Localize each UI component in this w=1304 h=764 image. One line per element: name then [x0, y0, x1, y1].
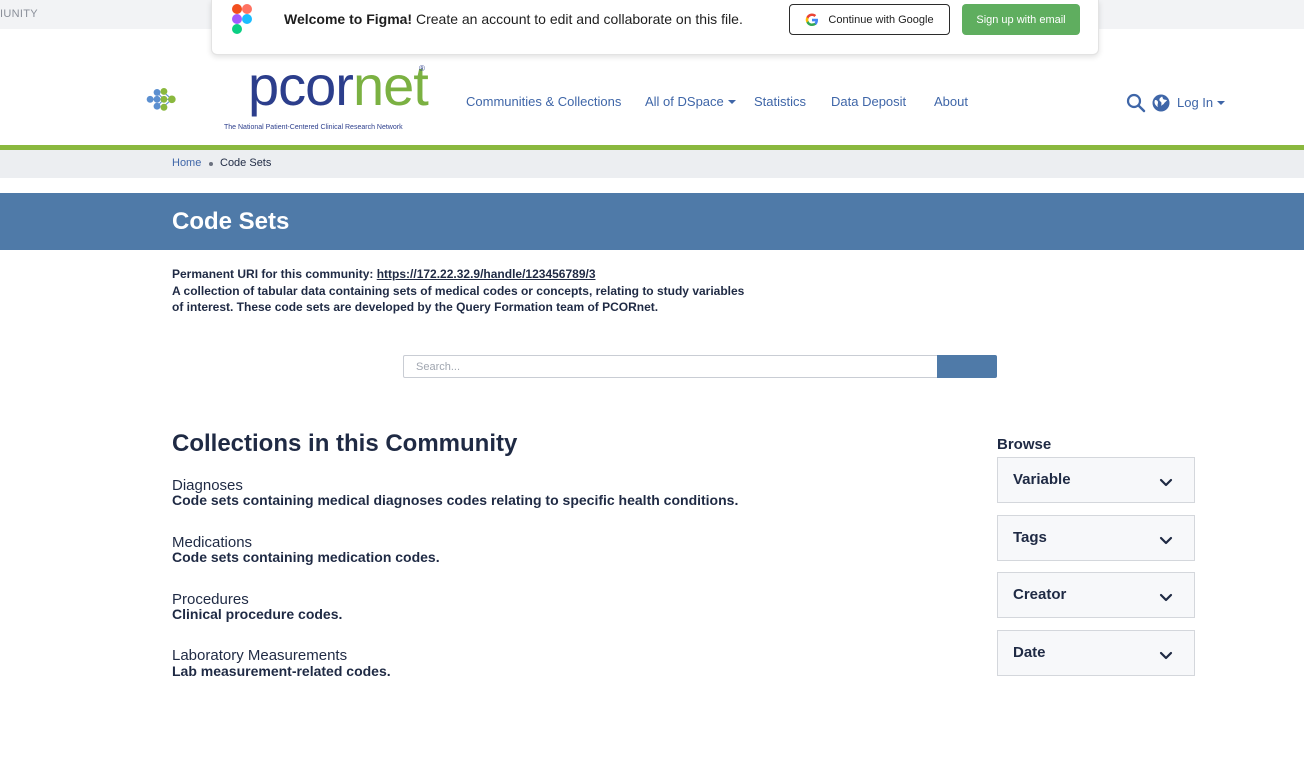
browse-item-label: Variable — [1013, 471, 1071, 488]
nav-statistics[interactable]: Statistics — [754, 94, 806, 109]
wordmark-net: net — [352, 54, 429, 117]
collection-description: Code sets containing medication codes. — [172, 549, 440, 565]
continue-with-google-label: Continue with Google — [828, 13, 934, 26]
chevron-down-icon — [1159, 651, 1173, 660]
browse-item-label: Creator — [1013, 586, 1067, 603]
figma-welcome-message: Welcome to Figma! Create an account to e… — [284, 11, 743, 27]
browse-variable-dropdown[interactable]: Variable — [997, 457, 1195, 503]
permanent-uri-label: Permanent URI for this community: — [172, 267, 374, 281]
search-submit-button[interactable] — [937, 355, 997, 378]
community-description: A collection of tabular data containing … — [172, 284, 745, 314]
chevron-down-icon — [1159, 478, 1173, 487]
registered-mark: ® — [419, 64, 425, 73]
permanent-uri-link[interactable]: https://172.22.32.9/handle/123456789/3 — [377, 267, 596, 281]
nav-data-deposit[interactable]: Data Deposit — [831, 94, 906, 109]
figma-welcome-text: Create an account to edit and collaborat… — [415, 11, 743, 27]
chevron-down-icon — [1159, 593, 1173, 602]
collection-description: Code sets containing medical diagnoses c… — [172, 492, 739, 508]
login-dropdown[interactable]: Log In — [1177, 95, 1225, 110]
continue-with-google-button[interactable]: Continue with Google — [789, 4, 950, 35]
sign-up-with-email-button[interactable]: Sign up with email — [962, 4, 1080, 35]
top-strip-text: IUNITY — [0, 8, 38, 20]
wordmark-pcor: pcor — [248, 54, 354, 117]
breadcrumb-current: Code Sets — [220, 157, 272, 169]
pcornet-wordmark[interactable]: pcornet — [248, 58, 429, 114]
figma-logo-icon — [232, 4, 252, 34]
permanent-uri: Permanent URI for this community: https:… — [172, 267, 596, 281]
breadcrumb-home-link[interactable]: Home — [172, 157, 201, 169]
browse-creator-dropdown[interactable]: Creator — [997, 572, 1195, 618]
browse-tags-dropdown[interactable]: Tags — [997, 515, 1195, 561]
browse-item-label: Date — [1013, 644, 1046, 661]
figma-welcome-title: Welcome to Figma! — [284, 11, 413, 27]
browse-item-label: Tags — [1013, 529, 1047, 546]
browse-date-dropdown[interactable]: Date — [997, 630, 1195, 676]
collection-link-laboratory-measurements[interactable]: Laboratory Measurements — [172, 647, 347, 664]
nav-about[interactable]: About — [934, 94, 968, 109]
search-input[interactable] — [403, 355, 938, 378]
logo-tagline: The National Patient-Centered Clinical R… — [224, 124, 403, 131]
chevron-down-icon — [1159, 536, 1173, 545]
nav-communities-collections[interactable]: Communities & Collections — [466, 94, 621, 109]
nav-all-of-dspace[interactable]: All of DSpace — [645, 94, 736, 109]
collections-heading: Collections in this Community — [172, 430, 518, 457]
breadcrumb-separator — [209, 162, 213, 166]
google-icon — [806, 13, 819, 26]
search-icon[interactable] — [1126, 93, 1146, 113]
figma-signup-banner: Welcome to Figma! Create an account to e… — [211, 0, 1099, 55]
page-title: Code Sets — [172, 208, 290, 235]
collection-description: Lab measurement-related codes. — [172, 663, 391, 679]
collection-description: Clinical procedure codes. — [172, 606, 343, 622]
globe-icon[interactable] — [1151, 93, 1171, 113]
browse-heading: Browse — [997, 436, 1052, 453]
